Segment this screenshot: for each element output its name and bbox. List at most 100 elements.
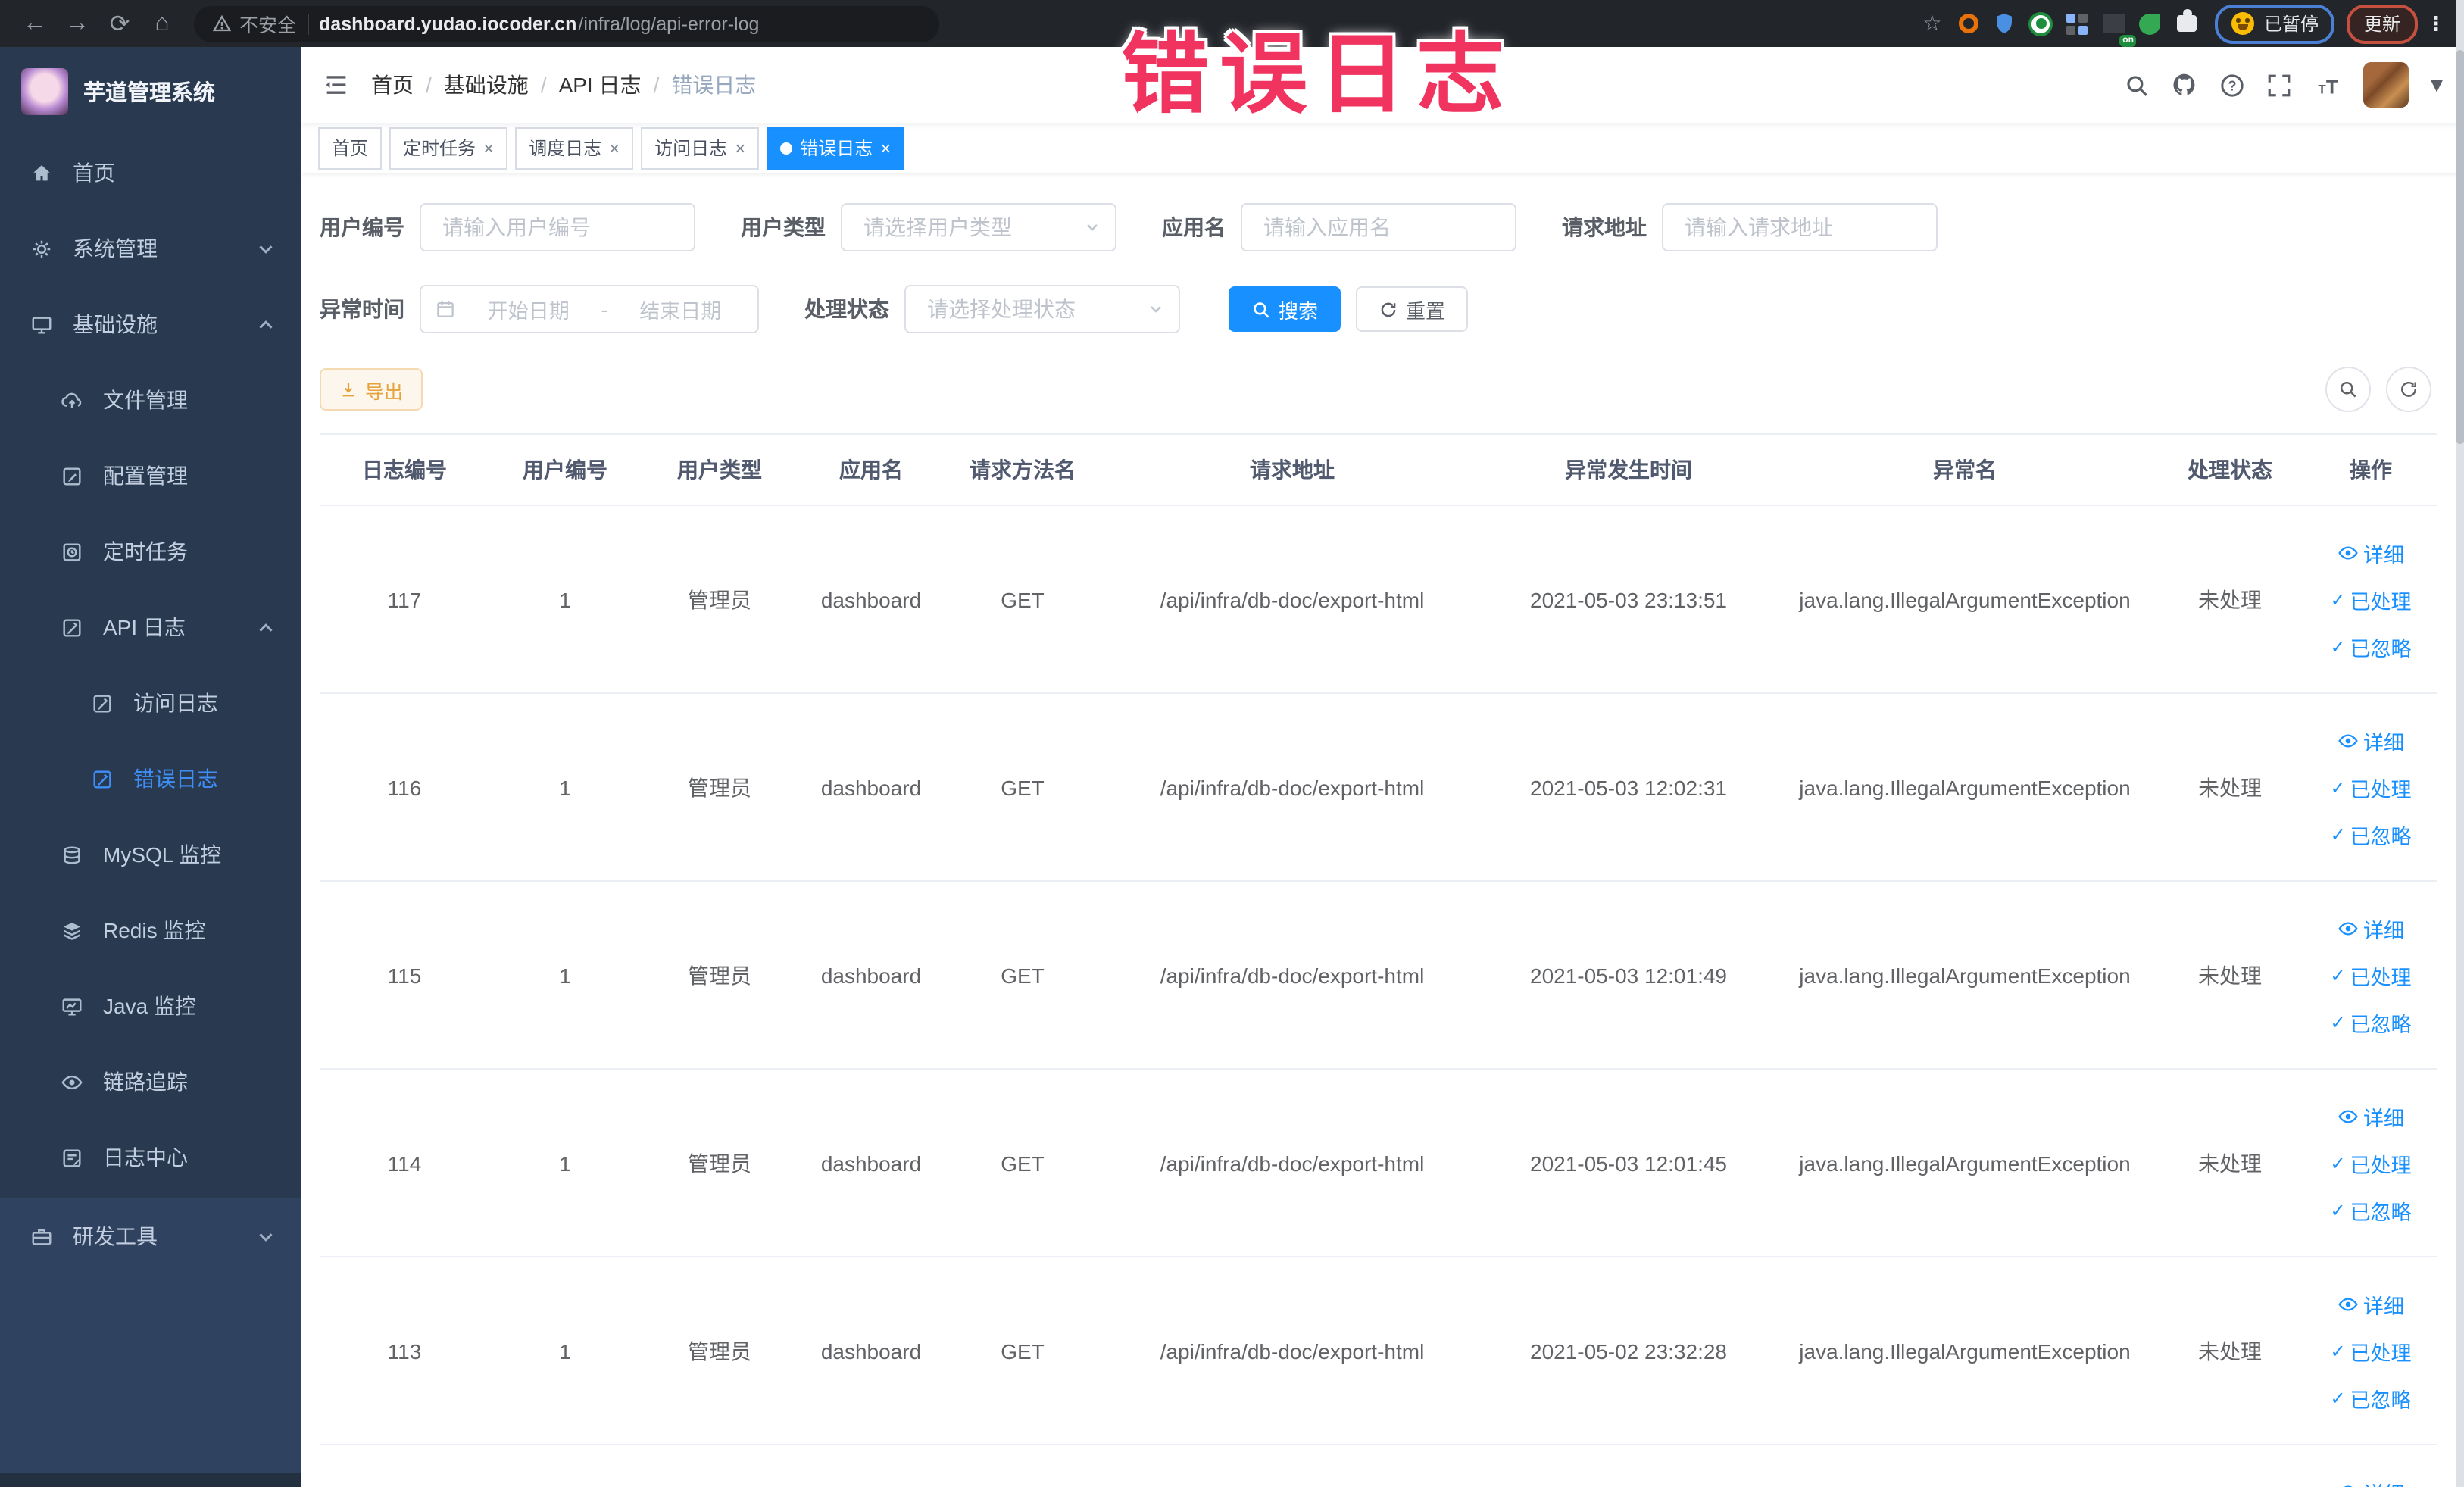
extension-leaf-icon[interactable] [2134, 7, 2167, 40]
browser-update-button[interactable]: 更新 [2347, 4, 2417, 43]
action-0-link[interactable]: 详细 [2304, 536, 2437, 568]
sidebar-item-10[interactable]: Redis 监控 [0, 892, 301, 968]
extension-grid-icon[interactable] [2061, 7, 2094, 40]
avatar-caret-icon[interactable]: ▾ [2431, 70, 2443, 100]
column-header-4: 请求方法名 [944, 434, 1101, 506]
export-button[interactable]: 导出 [320, 368, 423, 411]
font-size-icon[interactable]: TT [2314, 72, 2343, 98]
action-2-link[interactable]: ✓ 已忽略 [2304, 1006, 2437, 1038]
cell-exception: java.lang.IllegalArgumentException [1774, 1257, 2156, 1445]
cell-user_type: 管理员 [641, 693, 798, 882]
user-type-select[interactable] [860, 214, 1097, 241]
reset-button[interactable]: 重置 [1356, 286, 1469, 332]
request-url-input[interactable] [1682, 214, 1918, 241]
extension-puzzle-icon[interactable] [2170, 7, 2203, 40]
action-1-link[interactable]: ✓ 已处理 [2304, 1335, 2437, 1367]
search-button[interactable]: 搜索 [1229, 286, 1341, 332]
hide-search-button[interactable] [2325, 367, 2370, 412]
search-icon[interactable] [2125, 72, 2150, 98]
chevron-down-icon [1147, 300, 1165, 318]
action-0-link[interactable]: 详细 [2304, 1288, 2437, 1320]
refresh-button[interactable] [2385, 367, 2431, 412]
cell-user_type: 管理员 [641, 1257, 798, 1445]
extension-on-toggle-icon[interactable]: on [2097, 7, 2137, 46]
date-range-picker[interactable]: 开始日期 - 结束日期 [420, 285, 759, 333]
sidebar-item-13[interactable]: 日志中心 [0, 1120, 301, 1195]
sidebar-item-1[interactable]: 系统管理 [0, 211, 301, 286]
sidebar-item-4[interactable]: 配置管理 [0, 438, 301, 514]
cell-exception: java.lang.IllegalArgumentException [1774, 693, 2156, 882]
search-icon [1251, 299, 1271, 319]
sidebar-item-12[interactable]: 链路追踪 [0, 1044, 301, 1120]
sidebar-item-2[interactable]: 基础设施 [0, 286, 301, 362]
cell-method: GET [944, 505, 1101, 694]
action-2-link[interactable]: ✓ 已忽略 [2304, 1382, 2437, 1414]
sidebar-item-label: 访问日志 [133, 691, 218, 715]
sidebar-item-7[interactable]: 访问日志 [0, 665, 301, 741]
action-0-link[interactable]: 详细 [2304, 1476, 2437, 1487]
tab-4[interactable]: 错误日志 × [767, 127, 905, 169]
refresh-icon [1379, 299, 1398, 319]
tab-3[interactable]: 访问日志 × [641, 127, 760, 169]
close-icon[interactable]: × [609, 137, 620, 158]
browser-menu-icon[interactable]: ⋮ [2426, 11, 2446, 36]
tab-1[interactable]: 定时任务 × [389, 127, 508, 169]
sidebar-item-3[interactable]: 文件管理 [0, 362, 301, 438]
action-2-link[interactable]: ✓ 已忽略 [2304, 630, 2437, 662]
main-area: 首页 / 基础设施 / API 日志 / 错误日志 ? TT ▾ 首页 定时任务 × 调度日志 × 访… [301, 47, 2464, 1487]
action-0-link[interactable]: 详细 [2304, 724, 2437, 756]
sidebar-item-0[interactable]: 首页 [0, 135, 301, 211]
reload-icon[interactable]: ⟳ [100, 4, 139, 43]
action-1-link[interactable]: ✓ 已处理 [2304, 583, 2437, 615]
page-scrollbar[interactable] [2455, 0, 2464, 1487]
back-icon[interactable]: ← [15, 4, 55, 43]
bookmark-star-icon[interactable]: ☆ [1916, 7, 1949, 40]
user-id-label: 用户编号 [320, 215, 404, 239]
github-icon[interactable] [2172, 71, 2199, 98]
column-header-3: 应用名 [798, 434, 944, 506]
address-bar[interactable]: 不安全 dashboard.yudao.iocoder.cn/infra/log… [194, 5, 939, 42]
user-avatar[interactable] [2363, 62, 2409, 108]
extension-shield-icon[interactable] [1988, 7, 2022, 40]
tab-0[interactable]: 首页 [318, 127, 383, 169]
sidebar-item-8[interactable]: 错误日志 [0, 741, 301, 817]
home-icon[interactable]: ⌂ [142, 4, 182, 43]
sidebar-item-5[interactable]: 定时任务 [0, 514, 301, 589]
close-icon[interactable]: × [483, 137, 494, 158]
extension-green-check-icon[interactable] [2025, 7, 2058, 40]
sidebar-item-6[interactable]: API 日志 [0, 589, 301, 665]
sidebar-expanded-section: 芋道管理系统 首页 系统管理 基础设施 文件管理 配置管理 定时任务 API 日志访问日志错… [0, 47, 301, 1198]
action-0-link[interactable]: 详细 [2304, 912, 2437, 944]
app-name-input[interactable] [1260, 214, 1497, 241]
fullscreen-icon[interactable] [2267, 72, 2293, 98]
action-0-link[interactable]: 详细 [2304, 1100, 2437, 1132]
breadcrumb-item-0[interactable]: 首页 [371, 70, 414, 100]
sidebar-item-14[interactable]: 研发工具 [0, 1198, 301, 1274]
action-2-link[interactable]: ✓ 已忽略 [2304, 1194, 2437, 1226]
cell-time: 2021-05-02 23:32:28 [1483, 1257, 1774, 1445]
breadcrumb-item-1[interactable]: 基础设施 [444, 70, 529, 100]
extension-orange-icon[interactable] [1952, 7, 1985, 40]
scrollbar-thumb[interactable] [2455, 50, 2464, 444]
cell-method: GET [944, 881, 1101, 1070]
close-icon[interactable]: × [880, 137, 891, 158]
action-1-link[interactable]: ✓ 已处理 [2304, 1147, 2437, 1179]
profile-paused-chip[interactable]: 已暂停 [2215, 4, 2335, 43]
sidebar-collapse-icon[interactable] [323, 71, 350, 98]
help-icon[interactable]: ? [2220, 72, 2246, 98]
action-2-link[interactable]: ✓ 已忽略 [2304, 818, 2437, 850]
action-1-link[interactable]: ✓ 已处理 [2304, 959, 2437, 991]
app-logo-row[interactable]: 芋道管理系统 [0, 47, 301, 135]
forward-icon[interactable]: → [58, 4, 97, 43]
sidebar-item-9[interactable]: MySQL 监控 [0, 817, 301, 892]
breadcrumb-item-2[interactable]: API 日志 [559, 70, 642, 100]
tab-2[interactable]: 调度日志 × [515, 127, 634, 169]
process-status-select[interactable] [924, 295, 1160, 323]
action-1-link[interactable]: ✓ 已处理 [2304, 771, 2437, 803]
user-id-input[interactable] [439, 214, 676, 241]
cell-url: /api/infra/db-doc/export-html [1101, 693, 1483, 882]
tab-label: 访问日志 [654, 138, 728, 159]
security-warning: 不安全 [212, 9, 296, 38]
close-icon[interactable]: × [735, 137, 745, 158]
sidebar-item-11[interactable]: Java 监控 [0, 968, 301, 1044]
